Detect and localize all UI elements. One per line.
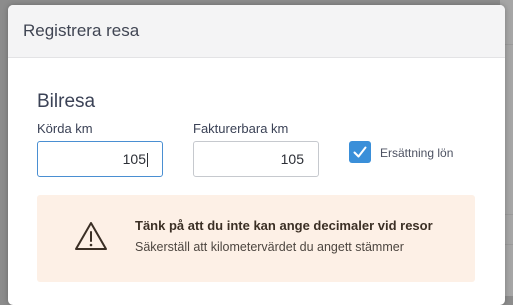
driven-km-input[interactable]: 105 <box>37 141 163 177</box>
driven-km-value: 105 <box>122 151 146 167</box>
text-caret <box>147 153 148 168</box>
billable-km-label: Fakturerbara km <box>193 121 289 136</box>
warning-title: Tänk på att du inte kan ange decimaler v… <box>135 218 433 233</box>
driven-km-label: Körda km <box>37 121 93 136</box>
decimal-warning-alert: Tänk på att du inte kan ange decimaler v… <box>37 195 475 282</box>
warning-triangle-icon <box>75 222 107 250</box>
billable-km-value: 105 <box>280 151 304 167</box>
checkmark-icon <box>353 146 367 158</box>
register-trip-modal: Registrera resa Bilresa Körda km 105 Fak… <box>8 5 505 305</box>
salary-compensation-checkbox[interactable] <box>349 141 371 163</box>
modal-header: Registrera resa <box>8 5 505 58</box>
section-title: Bilresa <box>37 91 96 112</box>
modal-title: Registrera resa <box>23 21 140 40</box>
billable-km-input[interactable]: 105 <box>193 141 319 177</box>
warning-body: Säkerställ att kilometervärdet du angett… <box>135 240 404 254</box>
salary-compensation-label[interactable]: Ersättning lön <box>380 146 453 160</box>
